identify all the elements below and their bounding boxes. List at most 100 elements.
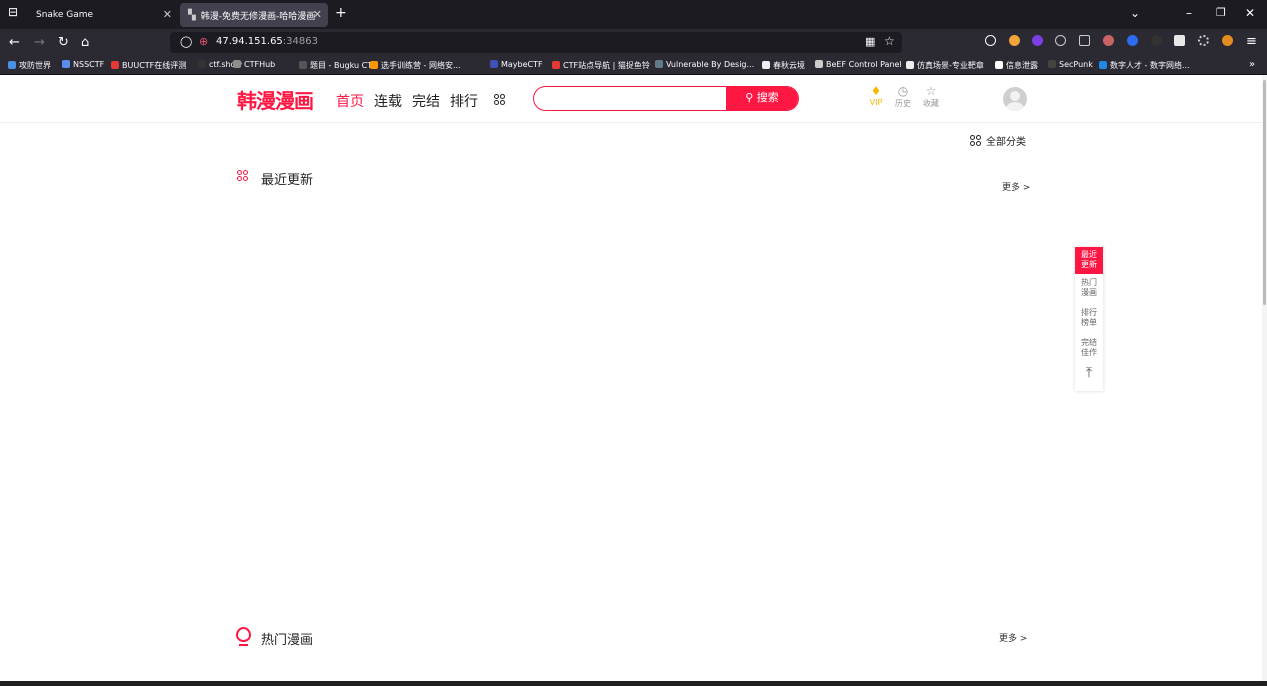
bookmark-favicon-icon [815, 60, 823, 68]
search-button[interactable]: ⚲ 搜索 [726, 87, 798, 110]
bookmark-item[interactable]: Vulnerable By Desig... [655, 60, 754, 69]
side-nav-hot[interactable]: 热门 漫画 [1075, 278, 1103, 304]
bookmark-item[interactable]: BUUCTF在线评测 [111, 60, 186, 71]
bookmark-label: 仿真场景-专业靶章 [917, 61, 984, 70]
bookmark-item[interactable]: CTFHub [233, 60, 275, 69]
extension-icon[interactable] [1032, 35, 1043, 46]
bookmark-item[interactable]: 题目 - Bugku CTF [299, 60, 377, 71]
close-icon[interactable]: ✕ [313, 8, 322, 21]
close-window-icon[interactable]: ✕ [1245, 6, 1255, 20]
bookmark-item[interactable]: CTF站点导航 | 猫捉鱼铃 [552, 60, 650, 71]
site-logo[interactable]: 韩漫漫画 [237, 85, 314, 114]
bookmark-item[interactable]: 信息泄露 [995, 60, 1038, 71]
extension-icon[interactable] [1151, 35, 1162, 46]
back-to-top-icon[interactable]: ⤒ [1075, 366, 1103, 388]
bookmark-label: 攻防世界 [19, 61, 51, 70]
nav-ranking[interactable]: 排行 [450, 91, 478, 111]
reload-icon[interactable]: ↻ [58, 35, 69, 50]
bookmark-favicon-icon [490, 60, 498, 68]
list-tabs-icon[interactable]: ⌄ [1130, 6, 1140, 20]
side-nav-finished[interactable]: 完结 佳作 [1075, 338, 1103, 364]
bookmark-item[interactable]: 选手训练营 - 网络安... [370, 60, 461, 71]
extension-icon[interactable] [1009, 35, 1020, 46]
extension-icon[interactable] [1079, 35, 1090, 46]
bookmark-label: CTFHub [244, 60, 276, 69]
bookmark-label: BUUCTF在线评测 [122, 61, 187, 70]
address-bar[interactable]: ◯ ⊕ 47.94.151.65:34863 ▦ ☆ [170, 32, 902, 53]
extension-icon[interactable] [1222, 35, 1233, 46]
bookmark-item[interactable]: BeEF Control Panel [815, 60, 902, 69]
all-categories-link[interactable]: 全部分类 [970, 133, 1026, 148]
grid-icon [970, 134, 982, 147]
bookmark-favicon-icon [906, 61, 914, 69]
bookmark-label: CTF站点导航 | 猫捉鱼铃 [563, 61, 650, 70]
tab-overview-icon[interactable]: ⊟ [8, 5, 18, 19]
side-nav-recent[interactable]: 最近 更新 [1075, 247, 1103, 274]
extension-icon[interactable] [1198, 35, 1209, 46]
favorites-link[interactable]: ☆ 收藏 [919, 85, 943, 109]
bookmark-item[interactable]: 数字人才 - 数字网络... [1099, 60, 1190, 71]
bookmark-label: SecPunk [1059, 60, 1093, 69]
bookmark-item[interactable]: NSSCTF [62, 60, 104, 69]
bookmarks-bar: 攻防世界 NSSCTF BUUCTF在线评测 ctf.show CTFHub 题目 - B… [0, 56, 1267, 75]
browser-chrome: ⊟ Snake Game ✕ ▚ 韩漫-免费无修漫画-哈哈漫画 ✕ + ⌄ – … [0, 0, 1267, 75]
vip-link[interactable]: ♦ VIP [864, 85, 888, 108]
bookmark-label: BeEF Control Panel [826, 60, 902, 69]
lightbulb-icon [236, 627, 251, 642]
bookmark-label: 数字人才 - 数字网络... [1110, 61, 1190, 70]
tab-hanman[interactable]: ▚ 韩漫-免费无修漫画-哈哈漫画 ✕ [180, 3, 328, 27]
restore-icon[interactable]: ❐ [1216, 6, 1226, 19]
shield-icon[interactable]: ◯ [180, 35, 192, 48]
favorites-label: 收藏 [923, 99, 939, 108]
bookmarks-overflow-icon[interactable]: » [1249, 59, 1255, 70]
section-title-recent: 最近更新 [261, 173, 314, 188]
os-taskbar [0, 681, 1267, 686]
favicon-icon: ▚ [188, 9, 196, 21]
new-tab-button[interactable]: + [335, 5, 347, 21]
history-link[interactable]: ◷ 历史 [891, 85, 915, 109]
bookmark-star-icon[interactable]: ☆ [884, 34, 895, 48]
section-title-hot: 热门漫画 [261, 633, 314, 648]
side-floating-nav: 最近 更新 热门 漫画 排行 榜单 完结 佳作 ⤒ [1075, 247, 1103, 391]
bookmark-label: 春秋云境 [773, 61, 805, 70]
more-link-recent[interactable]: 更多 > [1002, 180, 1030, 193]
nav-home[interactable]: 首页 [336, 91, 364, 111]
nav-finished[interactable]: 完结 [412, 91, 440, 111]
more-link-hot[interactable]: 更多 > [999, 631, 1027, 644]
menu-icon[interactable]: ≡ [1246, 34, 1257, 49]
extension-icon[interactable] [1127, 35, 1138, 46]
bookmark-item[interactable]: 仿真场景-专业靶章 [906, 60, 984, 71]
bookmark-label: Vulnerable By Desig... [666, 60, 755, 69]
bookmark-item[interactable]: MaybeCTF [490, 60, 543, 69]
clock-icon: ◷ [897, 84, 909, 98]
minimize-icon[interactable]: – [1186, 6, 1192, 20]
home-icon[interactable]: ⌂ [81, 35, 89, 50]
account-icon[interactable] [985, 35, 996, 46]
bookmark-favicon-icon [995, 61, 1003, 69]
tab-title: Snake Game [36, 10, 94, 20]
extension-icon[interactable] [1174, 35, 1185, 46]
tab-title: 韩漫-免费无修漫画-哈哈漫画 [200, 11, 316, 22]
extension-icon[interactable] [1055, 35, 1066, 46]
avatar[interactable] [1003, 87, 1027, 111]
back-icon[interactable]: ← [9, 35, 20, 50]
close-icon[interactable]: ✕ [163, 8, 172, 21]
lock-icon[interactable]: ⊕ [199, 35, 208, 48]
bookmark-favicon-icon [370, 61, 378, 69]
tab-snake-game[interactable]: Snake Game ✕ [28, 3, 178, 27]
forward-icon[interactable]: → [34, 35, 45, 50]
side-nav-ranking[interactable]: 排行 榜单 [1075, 308, 1103, 334]
bookmark-item[interactable]: SecPunk [1048, 60, 1093, 69]
search-input[interactable] [542, 89, 722, 107]
url-text: 47.94.151.65:34863 [216, 36, 318, 47]
grid-menu-icon[interactable] [494, 94, 506, 106]
bookmark-item[interactable]: 攻防世界 [8, 60, 51, 71]
bookmark-favicon-icon [111, 61, 119, 69]
extension-icon[interactable] [1103, 35, 1114, 46]
bookmark-item[interactable]: 春秋云境 [762, 60, 805, 71]
scrollbar-thumb[interactable] [1263, 80, 1266, 305]
bookmark-favicon-icon [299, 61, 307, 69]
nav-serial[interactable]: 连载 [374, 91, 402, 111]
bookmark-favicon-icon [8, 61, 16, 69]
qr-code-icon[interactable]: ▦ [865, 35, 875, 48]
